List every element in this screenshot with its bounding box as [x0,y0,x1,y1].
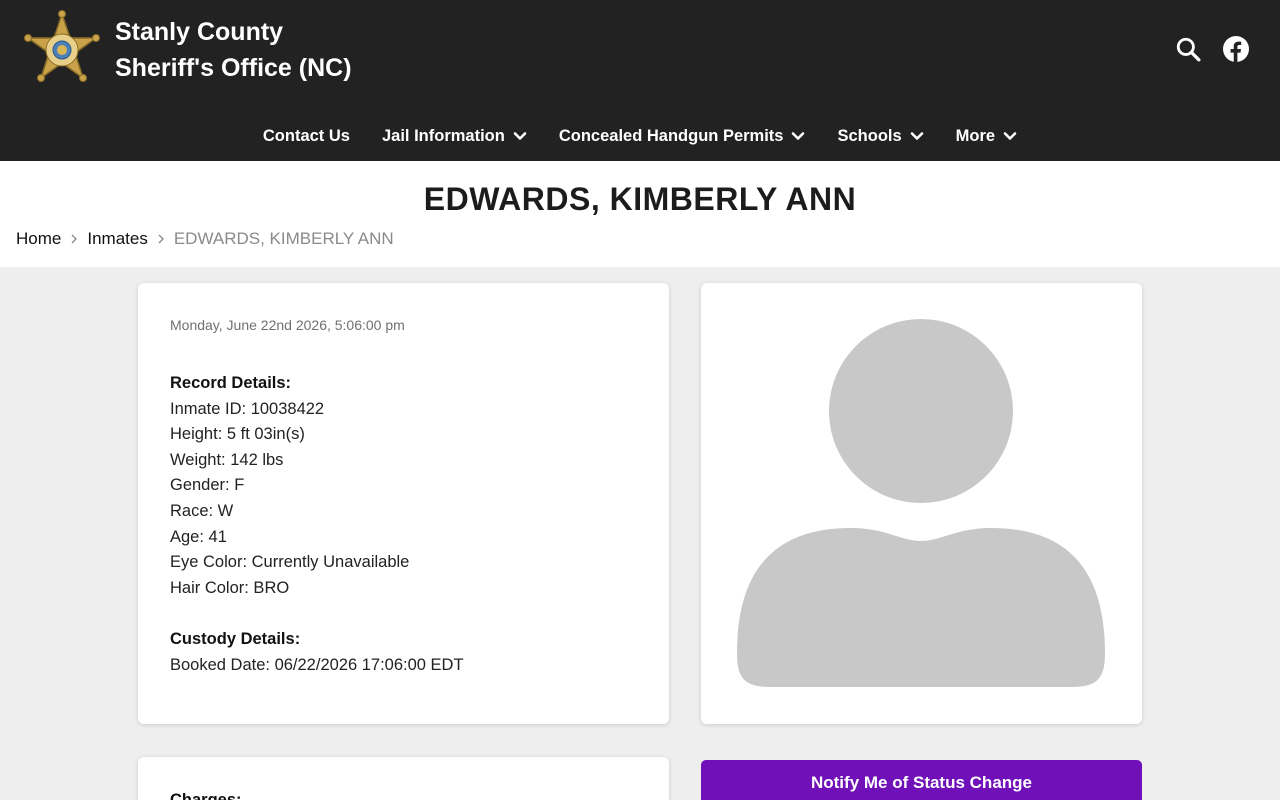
chevron-down-icon [792,132,805,140]
site-title-line1: Stanly County [115,18,284,46]
nav-schools[interactable]: Schools [821,118,939,154]
charges-card: Charges: [138,757,669,800]
charges-heading: Charges: [170,791,242,800]
chevron-right-icon [71,234,78,244]
notify-status-change-button[interactable]: Notify Me of Status Change [701,760,1142,800]
nav-label: Contact Us [262,126,350,145]
nav-more[interactable]: More [940,118,1033,154]
main-navigation: Contact Us Jail Information Concealed Ha… [0,118,1280,154]
nav-contact-us[interactable]: Contact Us [247,118,366,154]
sheriff-star-icon [24,10,100,82]
nav-label: Concealed Handgun Permits [558,126,784,145]
site-header: Stanly County Sheriff's Office (NC) Cont… [0,0,1280,161]
facebook-link[interactable] [1221,34,1251,64]
nav-label: Jail Information [381,126,505,145]
inmate-race: Race: W [170,501,234,520]
nav-label: Schools [837,126,902,145]
page-title-band: EDWARDS, KIMBERLY ANN Home Inmates EDWAR… [0,161,1280,267]
site-title[interactable]: Stanly County Sheriff's Office (NC) [115,14,352,86]
nav-label: More [955,126,996,145]
inmate-photo-card [701,283,1142,724]
inmate-details-card: Monday, June 22nd 2026, 5:06:00 pm Recor… [138,283,669,724]
sheriff-badge-logo[interactable] [22,10,102,90]
record-timestamp: Monday, June 22nd 2026, 5:06:00 pm [170,317,405,333]
chevron-down-icon [513,132,527,140]
inmate-age: Age: 41 [170,527,227,546]
breadcrumb-home[interactable]: Home [16,229,61,249]
avatar-placeholder-icon [737,319,1105,687]
nav-jail-information[interactable]: Jail Information [366,118,543,154]
search-button[interactable] [1173,34,1203,64]
inmate-hair-color: Hair Color: BRO [170,578,290,597]
breadcrumb-inmates[interactable]: Inmates [87,229,147,249]
booked-date: Booked Date: 06/22/2026 17:06:00 EDT [170,655,464,674]
nav-concealed-handgun-permits[interactable]: Concealed Handgun Permits [543,118,822,154]
custody-details-heading: Custody Details: [170,630,301,649]
site-title-line2: Sheriff's Office (NC) [115,54,352,82]
facebook-icon [1223,36,1249,62]
page-title: EDWARDS, KIMBERLY ANN [423,181,857,217]
inmate-weight: Weight: 142 lbs [170,450,284,469]
chevron-down-icon [910,132,923,140]
chevron-right-icon [158,234,164,244]
inmate-height: Height: 5 ft 03in(s) [170,425,305,444]
inmate-gender: Gender: F [170,476,245,495]
breadcrumb: Home Inmates EDWARDS, KIMBERLY ANN [16,229,394,249]
chevron-down-icon [1003,132,1017,140]
search-icon [1176,37,1201,62]
inmate-id: Inmate ID: 10038422 [170,399,325,418]
inmate-eye-color: Eye Color: Currently Unavailable [170,553,410,572]
record-details-heading: Record Details: [170,374,292,392]
breadcrumb-current: EDWARDS, KIMBERLY ANN [173,229,394,248]
record-details: Record Details: Inmate ID: 10038422 Heig… [170,371,464,679]
